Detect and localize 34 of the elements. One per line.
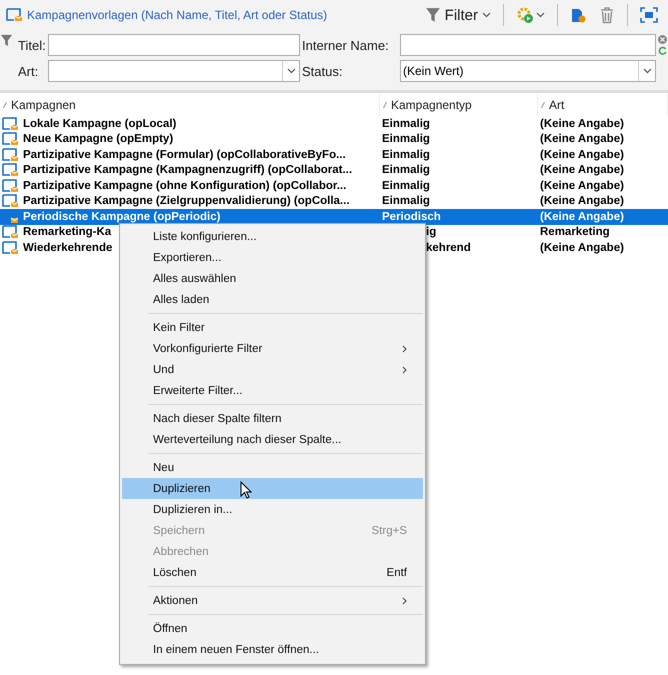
table-cell-text: Periodische Kampagne (opPeriodic)	[22, 210, 220, 223]
shortcut-label: Strg+S	[372, 524, 407, 536]
table-cell-text: (Keine Angabe)	[539, 118, 625, 130]
table-cell-text: Partizipative Kampagne (Kampagnenzugriff) (opCollaborat...	[22, 164, 352, 176]
table-cell-text: Partizipative Kampagne (ohne Konfiguration) (opCollabor...	[22, 180, 346, 192]
field-label: Interner Name:	[301, 38, 390, 52]
field-label: Art:	[17, 64, 40, 78]
table-cell-text: Partizipative Kampagne (Formular) (opCollaborativeByFo...	[22, 148, 346, 161]
table-cell-text: (Keine Angabe)	[539, 180, 625, 192]
shortcut-label: Entf	[386, 566, 407, 578]
table-cell-text: Einmalig	[381, 133, 431, 146]
table-cell-text: Lokale Kampagne (opLocal)	[22, 118, 176, 130]
field-label: Titel:	[17, 38, 47, 52]
table-cell-text: Neue Kampagne (opEmpty)	[22, 133, 174, 146]
table-cell-text: (Keine Angabe)	[539, 133, 625, 146]
table-cell-text: Wiederkehrende	[22, 242, 112, 254]
table-cell-text: Remarketing	[539, 226, 611, 238]
table-cell-text: Remarketing-Ka	[22, 226, 112, 238]
table-cell-text: (Keine Angabe)	[539, 164, 625, 176]
table-cell-text: ig	[425, 226, 438, 238]
list-title: Kampagnenvorlagen (Nach Name, Titel, Art oder Status)	[27, 8, 328, 22]
table-cell-text: Einmalig	[381, 148, 431, 161]
table-cell-text: Einmalig	[381, 118, 431, 130]
field-label: Status:	[301, 64, 344, 78]
table-cell-text: Partizipative Kampagne (Zielgruppenvalidierung) (opColla...	[22, 195, 350, 208]
table-cell-text: Einmalig	[381, 164, 431, 176]
table-cell-text: (Keine Angabe)	[539, 242, 625, 254]
table-cell-text: kehrend	[425, 242, 472, 254]
table-cell-text: (Keine Angabe)	[539, 195, 625, 208]
table-cell-text: Einmalig	[381, 180, 431, 192]
table-cell-text: Einmalig	[381, 195, 431, 208]
table-cell-text: (Keine Angabe)	[539, 148, 625, 161]
table-cell-text: (Keine Angabe)	[539, 210, 625, 223]
table-cell-text: Periodisch	[381, 210, 442, 223]
